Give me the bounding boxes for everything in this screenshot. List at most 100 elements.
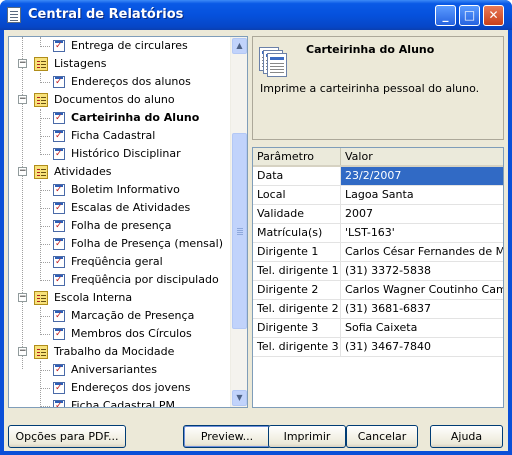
parameter-name: Tel. dirigente 1 — [253, 262, 341, 280]
parameter-value[interactable]: Sofia Caixeta — [341, 319, 503, 337]
report-icon — [53, 112, 65, 124]
tree-report-item[interactable]: Ficha Cadastral — [9, 127, 231, 145]
pdf-options-button[interactable]: Opções para PDF... — [8, 425, 126, 448]
scroll-thumb[interactable] — [232, 133, 247, 329]
tree-item-label: Endereços dos alunos — [71, 75, 191, 88]
collapse-toggle-icon[interactable]: − — [18, 293, 27, 302]
parameter-value[interactable]: 23/2/2007 — [341, 167, 503, 185]
report-icon — [53, 310, 65, 322]
tree-item-label: Entrega de circulares — [71, 39, 188, 52]
tree-folder-item[interactable]: − Escola Interna — [9, 289, 231, 307]
tree-report-item[interactable]: Membros dos Círculos — [9, 325, 231, 343]
tree-report-item[interactable]: Folha de Presença (mensal) — [9, 235, 231, 253]
tree-folder-item[interactable]: − Atividades — [9, 163, 231, 181]
parameter-row[interactable]: Matrícula(s) 'LST-163' — [253, 224, 503, 243]
tree-item-label: Documentos do aluno — [54, 93, 175, 106]
parameter-value[interactable]: Carlos César Fernandes de Mora — [341, 243, 503, 261]
report-icon — [53, 76, 65, 88]
parameter-row[interactable]: Validade 2007 — [253, 205, 503, 224]
tree-report-item[interactable]: Endereços dos alunos — [9, 73, 231, 91]
parameter-row[interactable]: Tel. dirigente 3 (31) 3467-7840 — [253, 338, 503, 357]
minimize-button[interactable]: _ — [435, 5, 456, 26]
report-info-panel: Carteirinha do Aluno Imprime a carteirin… — [252, 36, 504, 140]
parameter-name: Data — [253, 167, 341, 185]
parameters-grid[interactable]: Parâmetro Valor Data 23/2/2007 Local Lagoa … — [252, 147, 504, 408]
collapse-toggle-icon[interactable]: − — [18, 347, 27, 356]
report-icon — [53, 328, 65, 340]
parameter-row[interactable]: Tel. dirigente 1 (31) 3372-5838 — [253, 262, 503, 281]
column-header-value[interactable]: Valor — [341, 148, 503, 165]
report-app-icon — [7, 7, 21, 23]
report-icon — [53, 400, 65, 407]
scroll-up-button[interactable]: ▲ — [232, 38, 247, 54]
parameter-name: Dirigente 1 — [253, 243, 341, 261]
tree-report-item[interactable]: Entrega de circulares — [9, 37, 231, 55]
tree-report-item[interactable]: Endereços dos jovens — [9, 379, 231, 397]
parameter-row[interactable]: Local Lagoa Santa — [253, 186, 503, 205]
tree-report-item[interactable]: Marcação de Presença — [9, 307, 231, 325]
parameter-name: Validade — [253, 205, 341, 223]
tree-report-item[interactable]: Boletim Informativo — [9, 181, 231, 199]
tree-item-label: Trabalho da Mocidade — [54, 345, 175, 358]
report-title: Carteirinha do Aluno — [306, 43, 435, 56]
tree-report-item[interactable]: Ficha Cadastral PM — [9, 397, 231, 408]
tree-report-item[interactable]: Aniversariantes — [9, 361, 231, 379]
tree-report-item[interactable]: Freqüência por discipulado — [9, 271, 231, 289]
tree-item-label: Listagens — [54, 57, 107, 70]
tree-item-label: Folha de Presença (mensal) — [71, 237, 223, 250]
parameter-row[interactable]: Dirigente 2Carlos Wagner Coutinho Campos — [253, 281, 503, 300]
dialog-body: Entrega de circulares − Listagens Endereços… — [4, 30, 508, 451]
maximize-button[interactable]: □ — [459, 5, 480, 26]
tree-report-item[interactable]: Carteirinha do Aluno — [9, 109, 231, 127]
parameter-row[interactable]: Data 23/2/2007 — [253, 167, 503, 186]
parameter-row[interactable]: Dirigente 1Carlos César Fernandes de Mor… — [253, 243, 503, 262]
collapse-toggle-icon[interactable]: − — [18, 59, 27, 68]
parameter-value[interactable]: 'LST-163' — [341, 224, 503, 242]
parameter-value[interactable]: (31) 3372-5838 — [341, 262, 503, 280]
print-button[interactable]: Imprimir — [268, 425, 346, 448]
tree-report-item[interactable]: Folha de presença — [9, 217, 231, 235]
parameter-row[interactable]: Dirigente 3 Sofia Caixeta — [253, 319, 503, 338]
close-button[interactable]: ✕ — [483, 5, 504, 26]
report-icon — [53, 184, 65, 196]
help-button[interactable]: Ajuda — [430, 425, 503, 448]
tree-item-label: Histórico Disciplinar — [71, 147, 181, 160]
parameter-value[interactable]: 2007 — [341, 205, 503, 223]
report-pages-icon — [259, 47, 291, 77]
tree-folder-item[interactable]: − Listagens — [9, 55, 231, 73]
tree-item-label: Folha de presença — [71, 219, 172, 232]
parameter-name: Local — [253, 186, 341, 204]
tree-item-label: Escalas de Atividades — [71, 201, 191, 214]
collapse-toggle-icon[interactable]: − — [18, 167, 27, 176]
parameter-name: Tel. dirigente 2 — [253, 300, 341, 318]
tree-item-label: Escola Interna — [54, 291, 133, 304]
tree-item-label: Marcação de Presença — [71, 309, 195, 322]
parameter-value[interactable]: (31) 3467-7840 — [341, 338, 503, 356]
collapse-toggle-icon[interactable]: − — [18, 95, 27, 104]
scroll-down-button[interactable]: ▼ — [232, 390, 247, 406]
parameter-value[interactable]: Lagoa Santa — [341, 186, 503, 204]
parameter-value[interactable]: Carlos Wagner Coutinho Campos — [341, 281, 503, 299]
cancel-button[interactable]: Cancelar — [346, 425, 418, 448]
tree-item-label: Carteirinha do Aluno — [71, 111, 200, 124]
tree-item-label: Boletim Informativo — [71, 183, 180, 196]
report-group-icon — [34, 165, 48, 179]
report-tree[interactable]: Entrega de circulares − Listagens Endereços… — [8, 36, 248, 408]
report-icon — [53, 202, 65, 214]
title-bar[interactable]: Central de Relatórios _ □ ✕ — [0, 0, 512, 30]
preview-button[interactable]: Preview... — [183, 425, 271, 448]
parameter-name: Matrícula(s) — [253, 224, 341, 242]
tree-report-item[interactable]: Freqüência geral — [9, 253, 231, 271]
report-icon — [53, 274, 65, 286]
tree-report-item[interactable]: Histórico Disciplinar — [9, 145, 231, 163]
tree-scrollbar[interactable]: ▲ ▼ — [230, 37, 247, 407]
tree-item-label: Ficha Cadastral PM — [71, 399, 175, 408]
tree-item-label: Membros dos Círculos — [71, 327, 192, 340]
tree-report-item[interactable]: Escalas de Atividades — [9, 199, 231, 217]
parameter-row[interactable]: Tel. dirigente 2 (31) 3681-6837 — [253, 300, 503, 319]
tree-folder-item[interactable]: − Trabalho da Mocidade — [9, 343, 231, 361]
column-header-parameter[interactable]: Parâmetro — [253, 148, 341, 165]
tree-folder-item[interactable]: − Documentos do aluno — [9, 91, 231, 109]
report-description: Imprime a carteirinha pessoal do aluno. — [260, 82, 480, 95]
parameter-value[interactable]: (31) 3681-6837 — [341, 300, 503, 318]
